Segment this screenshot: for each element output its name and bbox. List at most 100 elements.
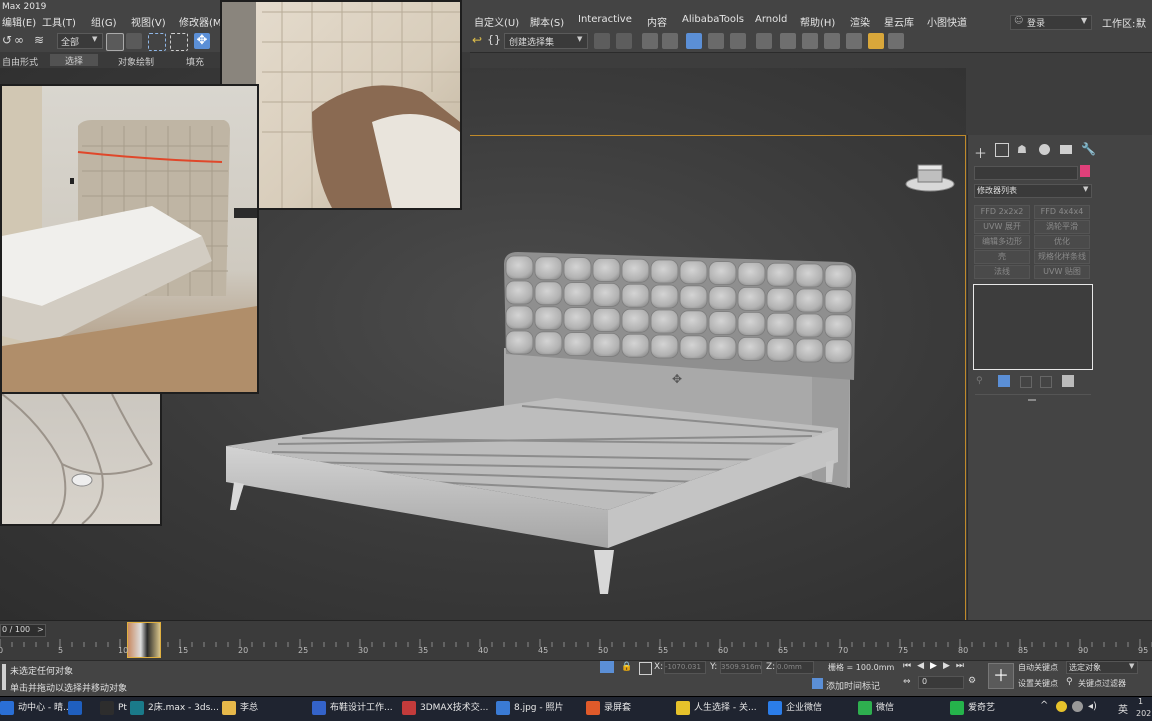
scene-explorer-icon[interactable] <box>642 33 658 49</box>
select-object-icon[interactable] <box>106 33 124 51</box>
menu-quickmap[interactable]: 小图快道 <box>927 14 967 29</box>
tray-chevron-up-icon[interactable]: ^ <box>1040 700 1048 711</box>
named-selection-dropdown[interactable]: 创建选择集 ▼ <box>504 33 588 49</box>
auto-key-button[interactable]: 自动关键点 <box>1018 662 1060 674</box>
select-and-move-icon[interactable]: ✥ <box>194 33 210 49</box>
undo-icon[interactable]: ↺ <box>2 33 12 47</box>
modifier-stack-list[interactable] <box>973 284 1093 370</box>
pin-stack-icon[interactable]: ⚲ <box>976 376 983 386</box>
modifier-button-ffd222[interactable]: FFD 2x2x2 <box>974 205 1030 219</box>
modifier-list-dropdown[interactable]: 修改器列表 ▼ <box>974 184 1092 198</box>
layer-explorer-icon[interactable] <box>662 33 678 49</box>
menu-content[interactable]: 内容 <box>647 14 667 29</box>
taskbar-item[interactable]: 企业微信 <box>768 696 822 720</box>
tray-volume-icon[interactable]: ◂) <box>1088 701 1097 712</box>
add-time-tag-button[interactable]: 添加时间标记 <box>826 679 880 692</box>
schematic-view-icon[interactable] <box>730 33 746 49</box>
menu-edit[interactable]: 编辑(E) <box>2 14 36 29</box>
tray-network-icon[interactable] <box>1072 701 1083 712</box>
menu-help[interactable]: 帮助(H) <box>800 14 835 29</box>
time-slider-thumb[interactable] <box>127 622 161 658</box>
taskbar-item[interactable]: 李总 <box>222 696 258 720</box>
set-key-icon[interactable]: ＋ <box>988 663 1014 689</box>
object-color-swatch[interactable] <box>1080 165 1090 177</box>
modifier-button-ffd444[interactable]: FFD 4x4x4 <box>1034 205 1090 219</box>
ribbon-tab-populate[interactable]: 填充 <box>186 55 204 68</box>
modifier-button-normalize-spline[interactable]: 规格化样条线 <box>1034 250 1090 264</box>
key-selection-set-dropdown[interactable]: 选定对象 ▼ <box>1066 661 1138 674</box>
key-mode-toggle-icon[interactable]: ⇔ <box>903 677 911 687</box>
bed-model[interactable]: ✥ <box>222 248 862 600</box>
edit-named-selection-icon[interactable]: {} <box>487 33 501 46</box>
selection-filter-dropdown[interactable]: 全部 ▼ <box>57 33 103 49</box>
ribbon-tab-selection[interactable]: 选择 <box>50 54 98 67</box>
modify-tab-icon[interactable] <box>995 143 1009 157</box>
modifier-button-edit-poly[interactable]: 编辑多边形 <box>974 235 1030 249</box>
ribbon-tab-freeform[interactable]: 自由形式 <box>2 55 38 68</box>
link-icon[interactable]: ∞ <box>14 33 24 47</box>
y-coord-field[interactable]: 3509.916m <box>720 661 762 674</box>
taskbar-item[interactable]: 录屏套 <box>586 696 631 720</box>
key-filters-button[interactable]: 关键点过滤器 <box>1078 678 1126 689</box>
menu-arnold[interactable]: Arnold <box>755 14 787 25</box>
login-dropdown[interactable]: ☺ 登录 ▼ <box>1010 15 1092 30</box>
taskbar-item[interactable]: 微信 <box>858 696 894 720</box>
taskbar-item[interactable]: 3DMAX技术交... <box>402 696 488 720</box>
align-icon[interactable] <box>616 33 632 49</box>
create-tab-icon[interactable]: ＋ <box>974 143 987 162</box>
taskbar-item[interactable]: 8.jpg - 照片 <box>496 696 563 720</box>
key-filters-icon[interactable]: ⚲ <box>1066 677 1073 687</box>
render-production-icon[interactable] <box>824 33 840 49</box>
rollout-grip[interactable] <box>1028 399 1036 401</box>
set-key-button[interactable]: 设置关键点 <box>1018 678 1060 690</box>
tray-app-icon[interactable] <box>1056 701 1067 712</box>
bind-spacewarp-icon[interactable]: ≋ <box>34 33 44 47</box>
modifier-button-turbosmooth[interactable]: 涡轮平滑 <box>1034 220 1090 234</box>
snap-icon[interactable]: ↩ <box>472 33 482 47</box>
next-frame-icon[interactable]: ▶ <box>943 661 956 671</box>
utilities-tab-icon[interactable]: 🔧 <box>1081 142 1096 156</box>
make-unique-icon[interactable] <box>1020 376 1032 388</box>
menu-alibabatools[interactable]: AlibabaTools <box>682 14 744 25</box>
menu-scripting[interactable]: 脚本(S) <box>530 14 564 29</box>
motion-tab-icon[interactable] <box>1039 144 1050 155</box>
taskbar-item[interactable]: 2床.max - 3ds... <box>130 696 219 720</box>
menu-interactive[interactable]: Interactive <box>578 14 632 25</box>
rectangular-selection-icon[interactable] <box>148 33 166 51</box>
timeline-ruler[interactable] <box>0 637 1152 647</box>
isolate-selection-icon[interactable] <box>600 661 614 673</box>
render-in-cloud-icon[interactable] <box>868 33 884 49</box>
absolute-mode-icon[interactable] <box>639 662 652 675</box>
time-slider-frame-display[interactable]: 0 / 100 > <box>0 624 46 637</box>
tray-clock-date[interactable]: 202 <box>1136 709 1151 718</box>
go-to-end-icon[interactable]: ⏭ <box>956 661 970 671</box>
show-end-result-icon[interactable] <box>998 375 1010 387</box>
go-to-start-icon[interactable]: ⏮ <box>903 661 917 671</box>
curve-editor-icon[interactable] <box>708 33 724 49</box>
select-by-name-icon[interactable] <box>126 33 142 49</box>
lock-selection-icon[interactable]: 🔒 <box>621 662 632 672</box>
render-activeshade-icon[interactable] <box>846 33 862 49</box>
taskbar-item[interactable] <box>68 696 86 720</box>
time-tag-icon[interactable] <box>812 678 823 689</box>
menu-group[interactable]: 组(G) <box>91 14 117 29</box>
menu-nebula[interactable]: 星云库 <box>884 14 914 29</box>
current-frame-field[interactable]: 0 <box>918 676 964 689</box>
toggle-ribbon-icon[interactable] <box>686 33 702 49</box>
tray-clock-time[interactable]: 1 <box>1138 697 1143 706</box>
open-a360-gallery-icon[interactable] <box>888 33 904 49</box>
configure-modifier-sets-icon[interactable] <box>1062 375 1074 387</box>
x-coord-field[interactable]: -1070.031 <box>664 661 706 674</box>
rendered-frame-window-icon[interactable] <box>802 33 818 49</box>
modifier-button-optimize[interactable]: 优化 <box>1034 235 1090 249</box>
modifier-button-uvw-unwrap[interactable]: UVW 展开 <box>974 220 1030 234</box>
previous-frame-icon[interactable]: ◀ <box>917 661 930 671</box>
render-setup-icon[interactable] <box>780 33 796 49</box>
tray-ime-indicator[interactable]: 英 <box>1118 701 1128 716</box>
taskbar-item[interactable]: 爱奇艺 <box>950 696 995 720</box>
taskbar-item[interactable]: Pt <box>100 696 127 720</box>
display-tab-icon[interactable] <box>1060 145 1072 154</box>
menu-views[interactable]: 视图(V) <box>131 14 166 29</box>
menu-customize[interactable]: 自定义(U) <box>474 14 519 29</box>
menu-modifiers[interactable]: 修改器(M) <box>179 14 225 29</box>
